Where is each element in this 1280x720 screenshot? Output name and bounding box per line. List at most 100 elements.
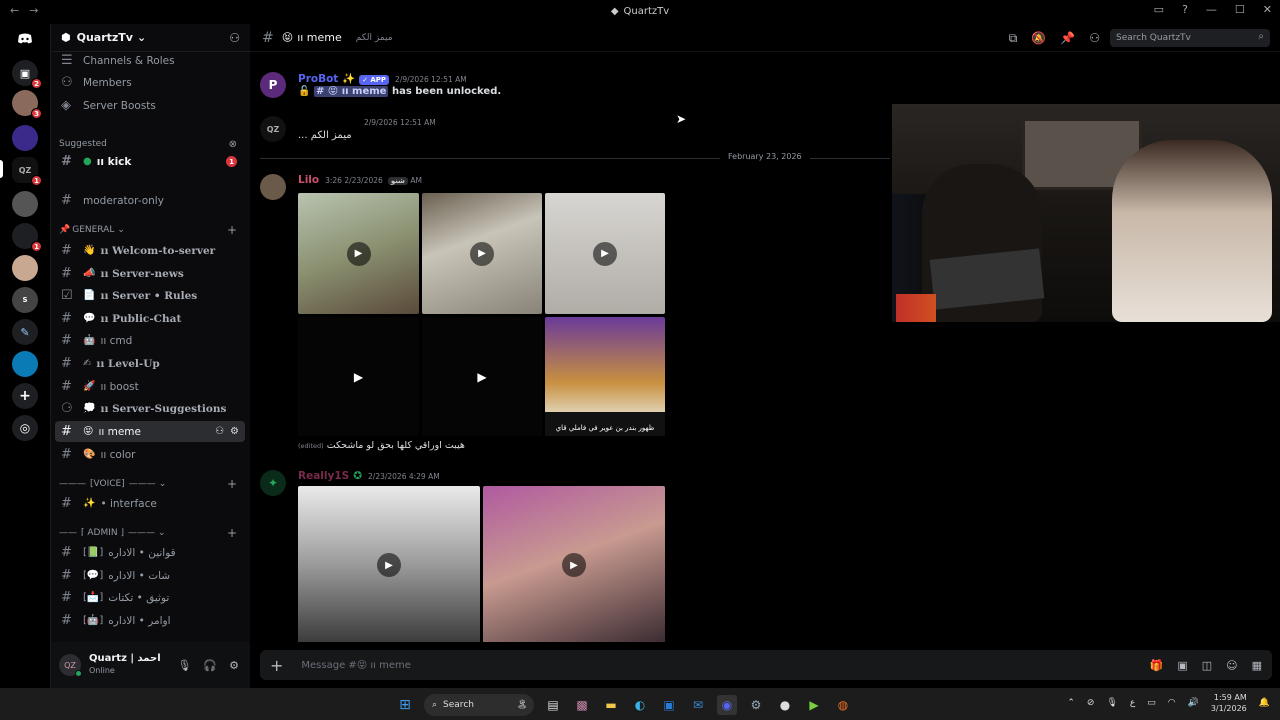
create-channel-icon[interactable]: +	[227, 526, 237, 540]
video-attachment[interactable]: ▶	[298, 193, 419, 314]
server-icon[interactable]: ✎	[12, 319, 38, 345]
channel-rules[interactable]: ☑ 📄 ıı Server • Rules	[55, 285, 245, 306]
microphone-icon[interactable]: 🎙	[177, 659, 191, 672]
channel-level-up[interactable]: # ✍ ıı Level-Up	[55, 353, 245, 374]
store-icon[interactable]: ▣	[659, 695, 679, 715]
edge-icon[interactable]: ◐	[630, 695, 650, 715]
clock[interactable]: 1:59 AM 3/1/2026	[1211, 692, 1247, 714]
notifications-icon[interactable]: 🔔	[1259, 698, 1270, 708]
video-attachment[interactable]: ▶	[298, 486, 480, 642]
avatar[interactable]	[260, 174, 286, 200]
firefox-icon[interactable]: ◍	[833, 695, 853, 715]
display-icon[interactable]: ▭	[1147, 698, 1156, 708]
inbox-icon[interactable]: ▭	[1154, 3, 1164, 16]
help-icon[interactable]: ?	[1182, 3, 1188, 16]
video-attachment[interactable]: ▶	[422, 193, 542, 314]
avatar[interactable]: P	[260, 72, 286, 98]
video-attachment[interactable]: ▶	[483, 486, 665, 642]
server-icon[interactable]: 1	[12, 223, 42, 252]
channel-admin-chat[interactable]: # [💬] شات • الاداره	[55, 565, 245, 586]
channel-cmd[interactable]: # 🤖 ıı cmd	[55, 330, 245, 351]
server-icon[interactable]	[12, 351, 38, 377]
guild-header[interactable]: ⬢ QuartzTv ⌄ ⚇	[51, 24, 250, 52]
gift-icon[interactable]: 🎁	[1150, 659, 1164, 672]
app-icon[interactable]: ▩	[572, 695, 592, 715]
close-button[interactable]: ✕	[1263, 3, 1272, 16]
gif-icon[interactable]: ▣	[1177, 659, 1187, 672]
volume-icon[interactable]: 🔊	[1188, 698, 1199, 708]
server-icon[interactable]: 3	[12, 90, 42, 119]
discord-taskbar-icon[interactable]: ◉	[717, 695, 737, 715]
channel-topic[interactable]: ميمز الكم	[356, 33, 393, 43]
channel-mention[interactable]: # 😝 ıı meme	[313, 86, 389, 97]
members-item[interactable]: ⚇ Members	[55, 72, 245, 93]
add-attachment-icon[interactable]: +	[270, 656, 283, 675]
play-icon[interactable]: ▶	[593, 241, 617, 266]
channel-admin-rules[interactable]: # [📗] قوانين • الاداره	[55, 542, 245, 563]
channel-server-news[interactable]: # 📣 ıı Server-news	[55, 263, 245, 284]
channel-moderator-only[interactable]: # moderator-only	[55, 190, 245, 211]
channels-roles-item[interactable]: ☰ Channels & Roles	[55, 52, 245, 71]
app-icon[interactable]: ●	[775, 695, 795, 715]
channel-public-chat[interactable]: # 💬 ıı Public-Chat	[55, 308, 245, 329]
server-icon[interactable]	[12, 125, 38, 151]
outlook-icon[interactable]: ✉	[688, 695, 708, 715]
add-server-icon[interactable]: +	[12, 383, 38, 409]
channel-suggestions[interactable]: ⚆ 💭 ıı Server-Suggestions	[55, 398, 245, 419]
chevron-up-icon[interactable]: ⌃	[1067, 698, 1075, 708]
video-attachment[interactable]: ▶	[298, 317, 419, 436]
play-icon[interactable]: ▶	[562, 553, 586, 577]
search-input[interactable]: Search QuartzTv ⌕	[1110, 29, 1270, 47]
play-icon[interactable]: ▶	[377, 553, 401, 577]
video-attachment[interactable]: ▶	[422, 317, 542, 436]
play-icon[interactable]: ▶	[470, 241, 494, 266]
channel-kick[interactable]: # ● ıı kick 1	[55, 151, 245, 172]
play-icon[interactable]: ▶	[470, 365, 494, 389]
channel-color[interactable]: # 🎨 ıı color	[55, 444, 245, 465]
avatar[interactable]: QZ	[59, 654, 82, 677]
mute-bell-icon[interactable]: 🔕	[1031, 31, 1046, 46]
emoji-icon[interactable]: ☺	[1226, 659, 1237, 672]
file-explorer-icon[interactable]: ▬	[601, 695, 621, 715]
discord-home-icon[interactable]	[12, 26, 38, 52]
sticker-icon[interactable]: ◫	[1202, 659, 1212, 672]
channel-interface[interactable]: # ✨ • interface	[55, 493, 245, 514]
channel-boost[interactable]: # 🚀 ıı boost	[55, 376, 245, 397]
task-view-icon[interactable]: ▤	[543, 695, 563, 715]
apps-icon[interactable]: ▦	[1252, 659, 1262, 672]
invite-people-icon[interactable]: ⚇	[229, 31, 240, 45]
message-author[interactable]: Lilo شنو2/23/2026 3:26 AM	[298, 174, 422, 186]
channel-admin-tickets[interactable]: # [📩] توثيق • تكتات	[55, 587, 245, 608]
terminal-icon[interactable]: ▶	[804, 695, 824, 715]
image-attachment[interactable]: ظهور بندر بن عوير في فاملي قاي	[545, 317, 665, 436]
play-icon[interactable]: ▶	[347, 365, 371, 389]
video-attachment[interactable]: ▶	[545, 193, 665, 314]
server-icon[interactable]: ▣ 2	[12, 60, 42, 89]
taskbar-search[interactable]: ⌕ Search 🏝	[424, 694, 534, 716]
member-list-icon[interactable]: ⚇	[1089, 31, 1100, 46]
gear-icon[interactable]: ⚙	[229, 659, 239, 672]
server-boosts-item[interactable]: ◈ Server Boosts	[55, 95, 245, 116]
threads-icon[interactable]: ⧉	[1009, 31, 1018, 46]
windows-start-icon[interactable]: ⊞	[395, 695, 415, 715]
create-channel-icon[interactable]: +	[227, 477, 237, 491]
avatar[interactable]: ✦	[260, 470, 286, 496]
message-author[interactable]: ProBot ✨ ✓ APP 2/9/2026 12:51 AM	[298, 72, 467, 85]
avatar[interactable]: QZ	[260, 116, 286, 142]
category-general[interactable]: 📌 GENERAL ⌄ +	[59, 222, 243, 238]
minimize-button[interactable]: —	[1206, 3, 1217, 16]
maximize-button[interactable]: ☐	[1235, 3, 1245, 16]
pin-icon[interactable]: 📌	[1060, 31, 1075, 46]
channel-admin-commands[interactable]: # [🤖] اوامر • الاداره	[55, 610, 245, 631]
close-icon[interactable]: ⊗	[229, 139, 237, 150]
channel-meme[interactable]: # 😝 ıı meme ⚇ ⚙	[55, 421, 245, 442]
gear-icon[interactable]: ⚙	[230, 426, 239, 437]
server-icon-quartztv[interactable]: QZ 1	[12, 157, 42, 186]
message-author[interactable]: Really1S ✪ 2/23/2026 4:29 AM	[298, 470, 440, 482]
microphone-icon[interactable]: 🎙	[1106, 698, 1117, 708]
back-arrow-icon[interactable]: ←	[10, 4, 19, 17]
category-admin[interactable]: —— ⌈ ADMIN ⌋ ——— ⌄ +	[59, 525, 243, 541]
wifi-icon[interactable]: ◠	[1168, 698, 1176, 708]
category-voice[interactable]: ——— [VOICE] ——— ⌄ +	[59, 476, 243, 492]
message-input[interactable]: + Message #😝 ıı meme 🎁 ▣ ◫ ☺ ▦	[260, 650, 1272, 680]
